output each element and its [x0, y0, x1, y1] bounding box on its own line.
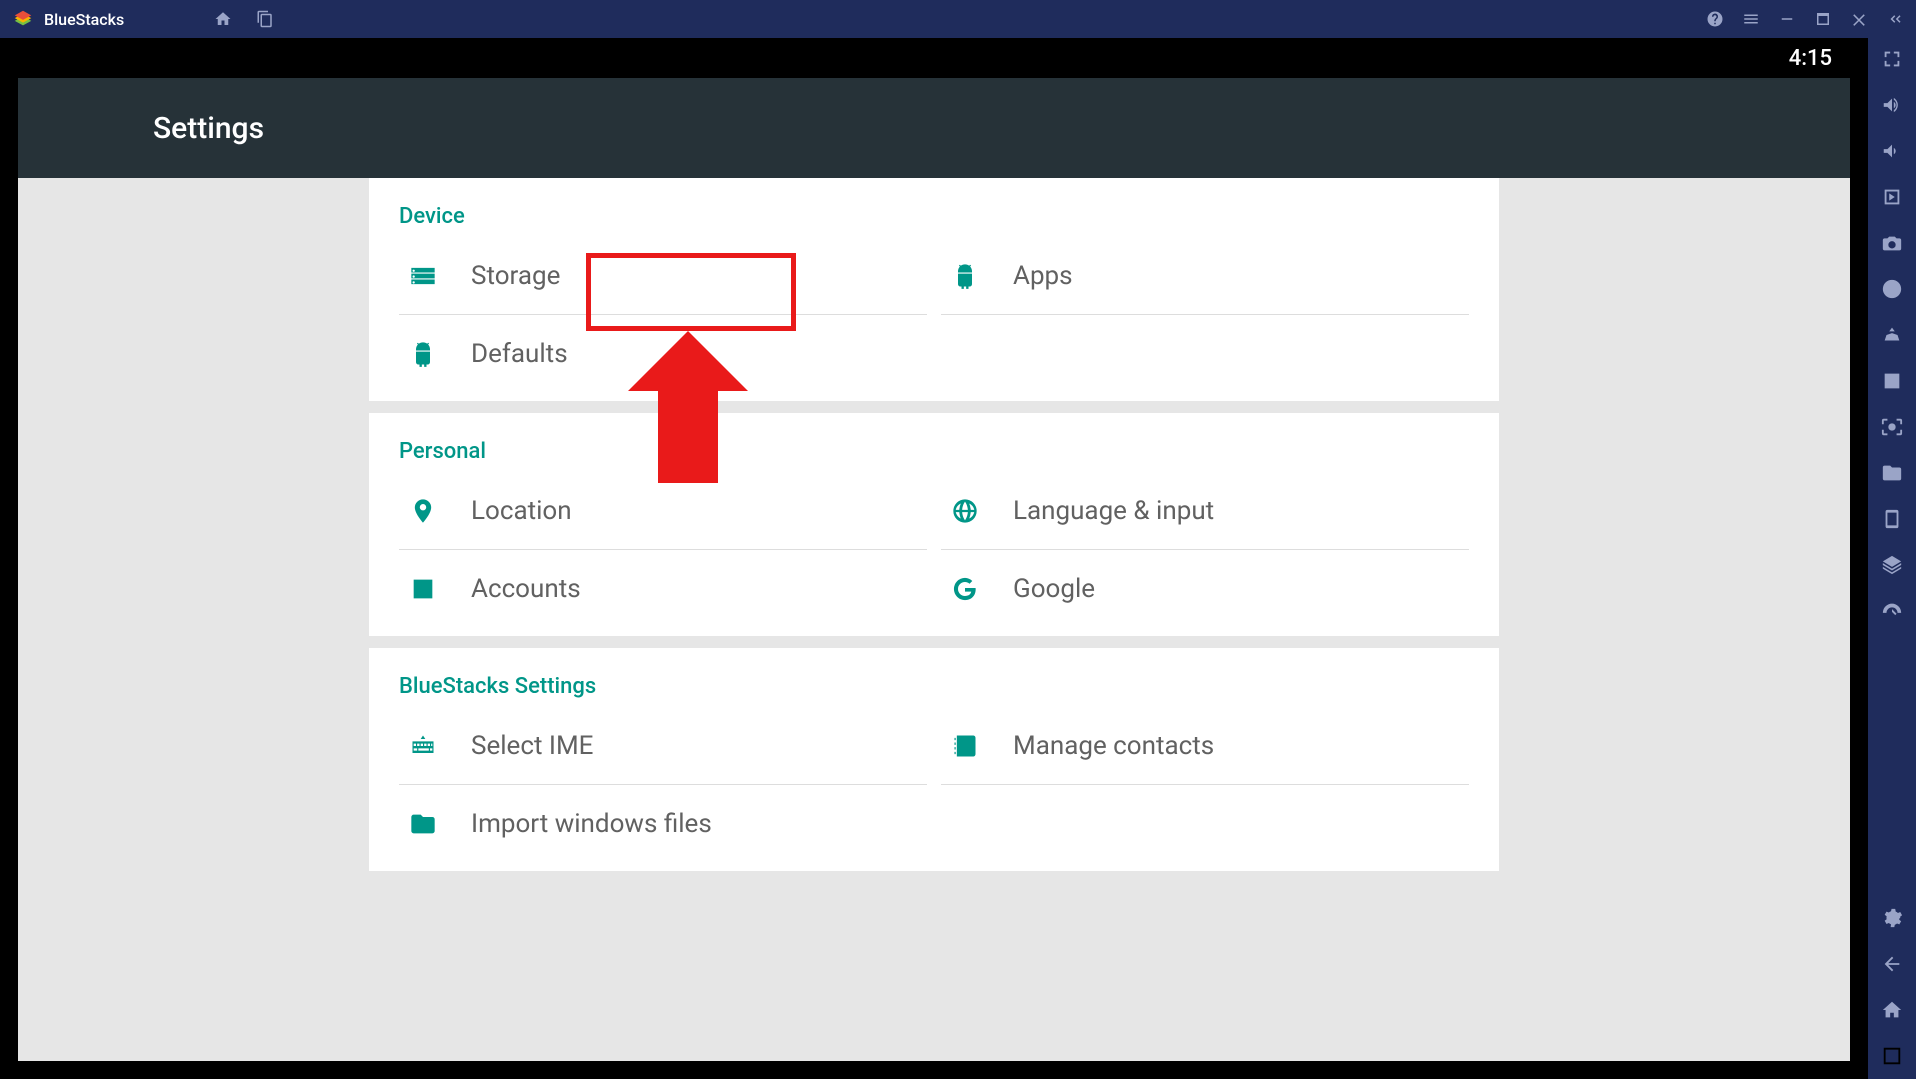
- volume-up-icon[interactable]: [1881, 94, 1903, 116]
- setting-import-files[interactable]: Import windows files: [399, 785, 927, 863]
- multi-instance-manager-icon[interactable]: [1881, 554, 1903, 576]
- google-icon: [951, 575, 979, 603]
- folder-icon: [409, 810, 437, 838]
- setting-label: Import windows files: [471, 809, 712, 839]
- collapse-sidebar-icon[interactable]: [1886, 10, 1904, 28]
- streaming-icon[interactable]: [1881, 232, 1903, 254]
- android-home-icon[interactable]: [1881, 999, 1903, 1021]
- setting-label: Defaults: [471, 339, 568, 369]
- setting-label: Accounts: [471, 574, 581, 604]
- fullscreen-icon[interactable]: [1881, 48, 1903, 70]
- settings-body: Device Storage Apps Defaults: [18, 178, 1850, 1061]
- globe-icon: [951, 497, 979, 525]
- setting-location[interactable]: Location: [399, 472, 927, 550]
- status-time: 4:15: [1789, 46, 1832, 71]
- setting-label: Apps: [1013, 261, 1073, 291]
- setting-label: Language & input: [1013, 496, 1214, 526]
- setting-google[interactable]: Google: [941, 550, 1469, 628]
- section-title-bluestacks: BlueStacks Settings: [399, 674, 1469, 699]
- media-folder-icon[interactable]: [1881, 462, 1903, 484]
- emulator-viewport: 4:15 Settings Device Storage A: [0, 38, 1868, 1079]
- setting-label: Select IME: [471, 731, 593, 761]
- page-title: Settings: [153, 111, 264, 146]
- operation-record-icon[interactable]: [1881, 278, 1903, 300]
- multi-instance-icon[interactable]: [256, 10, 274, 28]
- android-back-icon[interactable]: [1881, 953, 1903, 975]
- account-icon: [409, 575, 437, 603]
- macro-play-icon[interactable]: [1881, 186, 1903, 208]
- setting-label: Manage contacts: [1013, 731, 1214, 761]
- section-title-device: Device: [399, 204, 1469, 229]
- home-icon[interactable]: [214, 10, 232, 28]
- volume-down-icon[interactable]: [1881, 140, 1903, 162]
- setting-label: Google: [1013, 574, 1095, 604]
- setting-language[interactable]: Language & input: [941, 472, 1469, 550]
- setting-accounts[interactable]: Accounts: [399, 550, 927, 628]
- setting-label: Storage: [471, 261, 560, 291]
- settings-gear-icon[interactable]: [1881, 907, 1903, 929]
- section-title-personal: Personal: [399, 439, 1469, 464]
- section-bluestacks: BlueStacks Settings Select IME Manage co…: [369, 648, 1499, 871]
- section-personal: Personal Location Language & input Ac: [369, 413, 1499, 636]
- bluestacks-logo-icon: [12, 8, 34, 30]
- maximize-icon[interactable]: [1814, 10, 1832, 28]
- section-device: Device Storage Apps Defaults: [369, 178, 1499, 401]
- contacts-icon: [951, 732, 979, 760]
- keyboard-icon: [409, 732, 437, 760]
- setting-apps[interactable]: Apps: [941, 237, 1469, 315]
- minimize-icon[interactable]: [1778, 10, 1796, 28]
- game-controls-icon[interactable]: [1881, 324, 1903, 346]
- setting-select-ime[interactable]: Select IME: [399, 707, 927, 785]
- location-icon: [409, 497, 437, 525]
- storage-icon: [409, 262, 437, 290]
- menu-icon[interactable]: [1742, 10, 1760, 28]
- help-icon[interactable]: [1706, 10, 1724, 28]
- android-icon: [951, 262, 979, 290]
- screenshot-icon[interactable]: [1881, 416, 1903, 438]
- setting-label: Location: [471, 496, 572, 526]
- right-toolbar: [1868, 38, 1916, 1079]
- android-status-bar: 4:15: [18, 38, 1850, 78]
- settings-header: Settings: [18, 78, 1850, 178]
- app-title: BlueStacks: [44, 10, 124, 29]
- setting-defaults[interactable]: Defaults: [399, 315, 927, 393]
- android-icon: [409, 340, 437, 368]
- install-apk-icon[interactable]: [1881, 370, 1903, 392]
- setting-manage-contacts[interactable]: Manage contacts: [941, 707, 1469, 785]
- setting-storage[interactable]: Storage: [399, 237, 927, 315]
- rotate-device-icon[interactable]: [1881, 508, 1903, 530]
- titlebar: BlueStacks: [0, 0, 1916, 38]
- performance-icon[interactable]: [1881, 600, 1903, 622]
- close-icon[interactable]: [1850, 10, 1868, 28]
- android-recent-icon[interactable]: [1881, 1045, 1903, 1067]
